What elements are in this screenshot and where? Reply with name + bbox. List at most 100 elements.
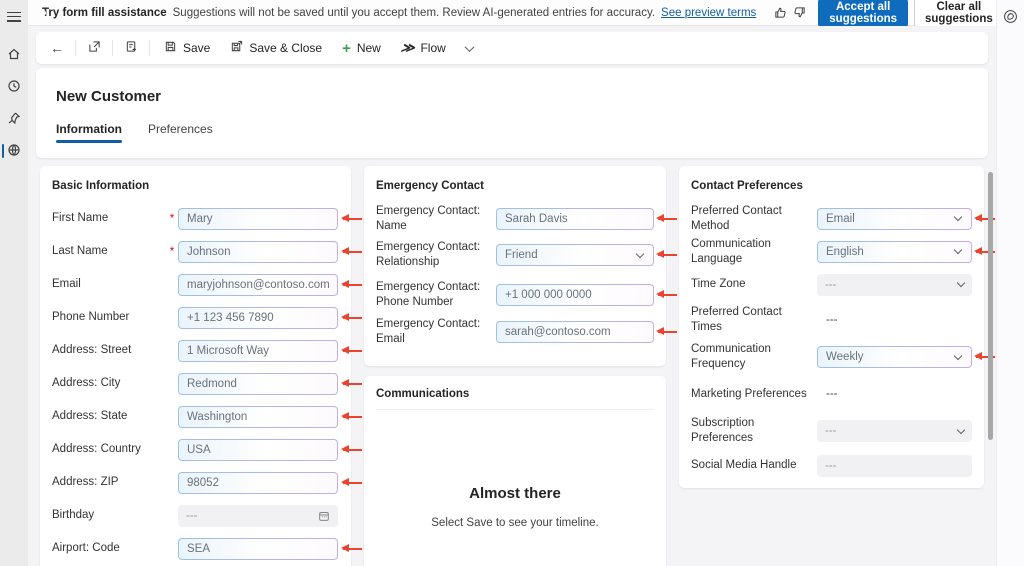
- required-asterisk: *: [169, 212, 175, 225]
- hamburger-menu-icon[interactable]: [7, 9, 21, 24]
- sidebar-item-recent[interactable]: [0, 76, 28, 98]
- chevron-down-icon: [953, 245, 963, 255]
- globe-icon: [7, 143, 21, 160]
- field-row-communication-language: Communication Language English: [691, 235, 995, 268]
- field-row-address-state: Address: State Washington: [52, 400, 362, 433]
- field-label: Last Name: [52, 245, 108, 258]
- address-street-input[interactable]: 1 Microsoft Way: [178, 339, 338, 362]
- email-input[interactable]: maryjohnson@contoso.com: [178, 273, 338, 296]
- birthday-input[interactable]: ---: [178, 504, 338, 527]
- address-state-input[interactable]: Washington: [178, 405, 338, 428]
- input-value: +1 000 000 0000: [497, 285, 653, 305]
- field-label: Social Media Handle: [691, 459, 797, 472]
- emergency-phone-input[interactable]: +1 000 000 0000: [496, 284, 654, 306]
- left-nav-rail: [0, 0, 28, 566]
- plus-icon: +: [342, 39, 351, 57]
- preview-terms-link[interactable]: See preview terms: [661, 7, 756, 19]
- popout-button[interactable]: [81, 36, 107, 60]
- emergency-name-input[interactable]: Sarah Davis: [496, 207, 654, 230]
- input-value: Washington: [179, 406, 337, 427]
- communication-language-dropdown[interactable]: English: [817, 240, 972, 263]
- airport-code-input[interactable]: SEA: [178, 537, 338, 560]
- phone-number-input[interactable]: +1 123 456 7890: [178, 306, 338, 329]
- section-title: Emergency Contact: [376, 180, 485, 192]
- field-row-airport-code: Airport: Code SEA: [52, 532, 362, 565]
- form-fill-assist-button[interactable]: [118, 36, 144, 60]
- copilot-panel-toggle[interactable]: [1003, 9, 1019, 25]
- field-row-emergency-phone: Emergency Contact: Phone Number +1 000 0…: [376, 275, 677, 315]
- sidebar-item-home[interactable]: [0, 44, 28, 66]
- copilot-side-rail: [996, 0, 1024, 566]
- chevron-down-icon: [635, 249, 645, 258]
- field-label: Time Zone: [691, 278, 746, 291]
- tab-information[interactable]: Information: [56, 122, 122, 143]
- field-label: Emergency Contact: Name: [376, 204, 481, 232]
- preferred-contact-method-dropdown[interactable]: Email: [817, 207, 972, 230]
- save-and-close-button[interactable]: Save & Close: [221, 37, 331, 59]
- field-row-email: Email maryjohnson@contoso.com: [52, 268, 362, 301]
- section-title: Communications: [376, 388, 654, 410]
- input-value: ---: [825, 425, 837, 437]
- field-row-time-zone: Time Zone ---: [691, 268, 972, 301]
- command-bar-overflow-button[interactable]: [457, 36, 483, 60]
- input-value: 1 Microsoft Way: [179, 340, 337, 361]
- new-button[interactable]: + New: [333, 38, 390, 59]
- emergency-relationship-dropdown[interactable]: Friend: [496, 244, 654, 266]
- ai-suggestion-arrow: [656, 249, 677, 260]
- ai-suggestion-arrow: [341, 246, 362, 256]
- vertical-scrollbar[interactable]: [988, 172, 993, 440]
- empty-state-message: Select Save to see your timeline.: [431, 517, 599, 529]
- input-value: English: [826, 245, 864, 258]
- address-city-input[interactable]: Redmond: [178, 372, 338, 395]
- input-value: SEA: [179, 538, 337, 559]
- field-label: Marketing Preferences: [691, 387, 807, 400]
- ai-suggestion-arrow: [341, 279, 362, 289]
- social-media-handle-input[interactable]: ---: [817, 454, 972, 477]
- last-name-input[interactable]: Johnson: [178, 240, 338, 263]
- accept-all-suggestions-button[interactable]: Accept all suggestions: [818, 0, 909, 28]
- field-row-social-media-handle: Social Media Handle ---: [691, 449, 972, 482]
- chevron-down-icon: [956, 425, 966, 434]
- input-value: ---: [825, 459, 837, 472]
- divider: [149, 40, 150, 56]
- banner-message: Suggestions will not be saved until you …: [172, 6, 656, 19]
- tab-preferences[interactable]: Preferences: [148, 122, 213, 143]
- clear-all-suggestions-button[interactable]: Clear all suggestions: [914, 0, 1004, 28]
- emergency-email-input[interactable]: sarah@contoso.com: [496, 320, 654, 343]
- communication-frequency-dropdown[interactable]: Weekly: [817, 346, 972, 368]
- save-close-label: Save & Close: [249, 41, 323, 55]
- first-name-input[interactable]: Mary: [178, 207, 338, 230]
- address-zip-input[interactable]: 98052: [178, 471, 338, 494]
- field-row-emergency-relationship: Emergency Contact: Relationship Friend: [376, 235, 677, 275]
- field-row-preferred-contact-times: Preferred Contact Times ---: [691, 301, 972, 339]
- ai-suggestion-arrow: [341, 378, 362, 388]
- time-zone-dropdown[interactable]: ---: [817, 273, 972, 296]
- ai-suggestion-arrow: [341, 411, 362, 421]
- field-row-address-zip: Address: ZIP 98052: [52, 466, 362, 499]
- address-country-input[interactable]: USA: [178, 438, 338, 461]
- save-button[interactable]: Save: [155, 37, 219, 59]
- sidebar-item-pinned[interactable]: [0, 108, 28, 130]
- ai-suggestion-arrow: [656, 213, 677, 223]
- dropdown-value: Friend: [497, 245, 653, 265]
- required-asterisk: *: [169, 245, 175, 258]
- flow-button[interactable]: ≫ Flow: [392, 37, 455, 59]
- field-label: Address: City: [52, 377, 121, 390]
- back-icon: ←: [50, 40, 64, 56]
- field-label: Address: ZIP: [52, 476, 119, 489]
- field-row-address-street: Address: Street 1 Microsoft Way: [52, 334, 362, 367]
- section-title: Contact Preferences: [691, 180, 803, 192]
- field-label: Communication Frequency: [691, 343, 771, 370]
- sidebar-item-web-resource[interactable]: [0, 140, 28, 162]
- back-button[interactable]: ←: [44, 36, 70, 60]
- field-label: First Name: [52, 212, 109, 225]
- input-value: USA: [179, 439, 337, 460]
- new-label: New: [356, 41, 381, 55]
- save-label: Save: [183, 41, 211, 55]
- thumbs-down-icon[interactable]: [793, 4, 806, 22]
- thumbs-up-icon[interactable]: [774, 4, 787, 22]
- ai-suggestion-arrow: [341, 477, 362, 487]
- subscription-preferences-dropdown[interactable]: ---: [817, 420, 972, 442]
- dropdown-value: Email: [818, 208, 971, 229]
- input-value: ---: [825, 278, 837, 291]
